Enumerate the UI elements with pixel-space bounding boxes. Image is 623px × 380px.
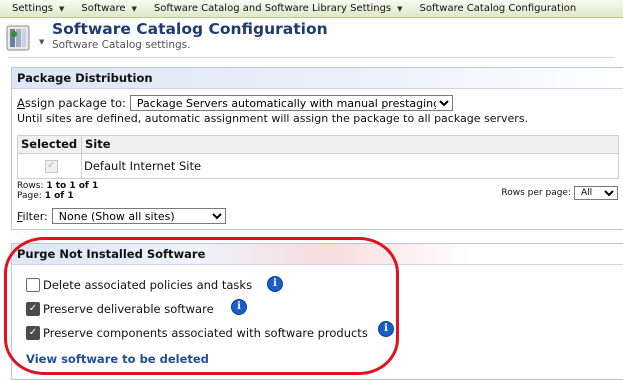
column-header-selected[interactable]: Selected xyxy=(18,136,82,153)
divider xyxy=(8,57,615,58)
option-label: Preserve deliverable software xyxy=(43,302,214,316)
rows-per-page-label: Rows per page: xyxy=(501,188,571,198)
preserve-deliverable-option[interactable]: ✓ Preserve deliverable software xyxy=(26,302,214,316)
page-header: ▼ Software Catalog Configuration Softwar… xyxy=(6,19,328,53)
breadcrumb-label: Software Catalog and Software Library Se… xyxy=(153,3,392,14)
rows-per-page-select[interactable]: All xyxy=(574,186,618,200)
preserve-components-option[interactable]: ✓ Preserve components associated with so… xyxy=(26,326,368,340)
rows-per-page: Rows per page: All xyxy=(501,186,618,200)
page-count: 1 of 1 xyxy=(44,191,74,201)
breadcrumb-catalog-configuration[interactable]: Software Catalog Configuration xyxy=(407,3,581,14)
row-selected-checkbox: ✓ xyxy=(44,159,58,173)
rows-label: Rows: xyxy=(17,181,44,191)
table-row[interactable]: ✓ Default Internet Site xyxy=(18,154,618,178)
preserve-components-checkbox[interactable]: ✓ xyxy=(26,326,40,340)
option-label: Delete associated policies and tasks xyxy=(43,278,253,292)
assign-package-select[interactable]: Package Servers automatically with manua… xyxy=(129,95,453,111)
preserve-deliverable-checkbox[interactable]: ✓ xyxy=(26,302,40,316)
column-header-site[interactable]: Site xyxy=(82,136,111,153)
chevron-down-icon: ▼ xyxy=(131,4,137,13)
chevron-down-icon: ▼ xyxy=(397,4,403,13)
breadcrumb-settings[interactable]: Settings ▼ xyxy=(0,3,68,14)
chevron-down-icon: ▼ xyxy=(39,38,45,46)
sites-table: Selected Site ✓ Default Internet Site xyxy=(17,135,619,179)
delete-policies-checkbox[interactable] xyxy=(26,278,40,292)
row-select-cell: ✓ xyxy=(18,154,82,178)
breadcrumb-label: Settings xyxy=(12,3,54,14)
page-label: Page: xyxy=(17,191,42,201)
breadcrumb: Settings ▼ Software ▼ Software Catalog a… xyxy=(0,0,623,18)
filter-select[interactable]: None (Show all sites) xyxy=(51,208,226,224)
rows-count: 1 to 1 of 1 xyxy=(46,181,99,191)
info-icon[interactable]: i xyxy=(378,321,394,337)
purge-panel: Purge Not Installed Software Delete asso… xyxy=(11,243,623,380)
section-heading: Package Distribution xyxy=(12,68,623,89)
info-icon[interactable]: i xyxy=(231,299,247,315)
section-heading: Purge Not Installed Software xyxy=(12,244,623,265)
software-catalog-icon[interactable]: ▼ xyxy=(6,24,44,52)
assignment-note: Until sites are defined, automatic assig… xyxy=(17,112,529,125)
option-label: Preserve components associated with soft… xyxy=(43,326,368,340)
filter-label: Filter: xyxy=(17,209,48,223)
filter-row: Filter: None (Show all sites) xyxy=(17,208,226,224)
view-software-to-delete-link[interactable]: View software to be deleted xyxy=(26,352,209,366)
breadcrumb-software[interactable]: Software ▼ xyxy=(68,3,140,14)
chevron-down-icon: ▼ xyxy=(59,4,65,13)
package-distribution-panel: Package Distribution Assign package to: … xyxy=(11,67,623,230)
pagination-info: Rows: 1 to 1 of 1 Page: 1 of 1 xyxy=(17,181,98,201)
row-site-name: Default Internet Site xyxy=(84,159,202,173)
assign-package-row: Assign package to: Package Servers autom… xyxy=(17,95,453,111)
page-title: Software Catalog Configuration xyxy=(52,20,328,38)
page-subtitle: Software Catalog settings. xyxy=(52,39,191,51)
table-header: Selected Site xyxy=(18,136,618,154)
info-icon[interactable]: i xyxy=(267,276,283,292)
assign-package-label: Assign package to: xyxy=(17,96,126,110)
breadcrumb-label: Software xyxy=(81,3,126,14)
delete-policies-option[interactable]: Delete associated policies and tasks xyxy=(26,278,252,292)
breadcrumb-catalog-library-settings[interactable]: Software Catalog and Software Library Se… xyxy=(141,3,407,14)
breadcrumb-label: Software Catalog Configuration xyxy=(419,3,577,14)
